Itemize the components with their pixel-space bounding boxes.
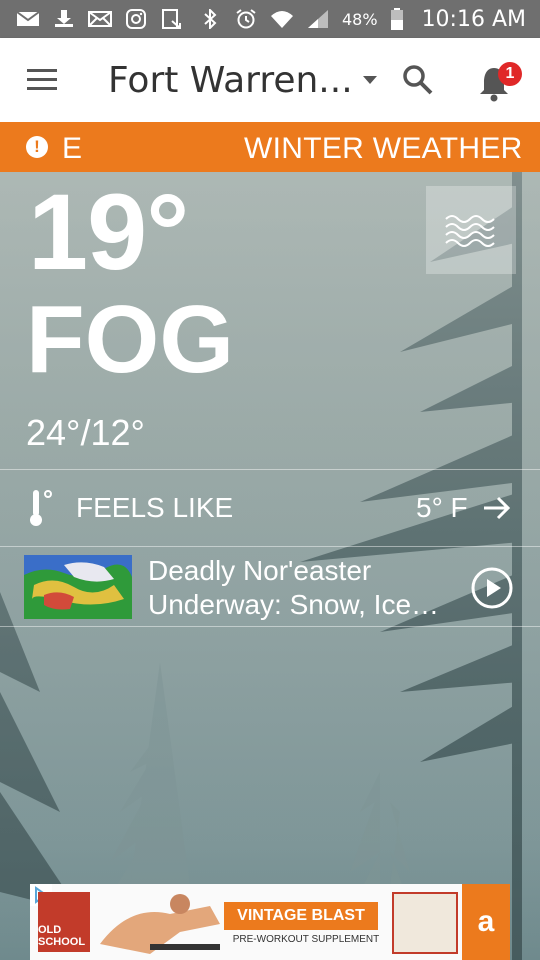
amazon-button[interactable]: a: [462, 884, 510, 960]
alert-icon: !: [26, 136, 48, 158]
nfc-icon: [162, 9, 181, 29]
fog-icon: [445, 215, 495, 247]
play-icon[interactable]: [470, 566, 514, 610]
location-name: Fort Warren...: [108, 59, 353, 101]
download-icon: [55, 10, 73, 27]
app-bar: Fort Warren... 1: [0, 38, 540, 122]
alert-text: WINTER WEATHER: [244, 132, 523, 165]
menu-button[interactable]: [0, 38, 84, 122]
divider: [0, 626, 540, 627]
clock: 10:16 AM: [421, 6, 526, 32]
mail-icon: [16, 11, 40, 26]
notification-badge: 1: [498, 62, 522, 86]
search-icon[interactable]: [400, 62, 436, 98]
wifi-icon: [271, 11, 293, 28]
current-condition: FOG: [26, 286, 234, 393]
notifications-button[interactable]: 1: [476, 60, 522, 102]
email-icon: [88, 11, 112, 27]
weather-map-image: [24, 555, 132, 619]
hamburger-icon: [27, 69, 57, 90]
arrow-right-icon[interactable]: [482, 494, 512, 522]
current-temperature: 19°: [28, 171, 189, 292]
alarm-icon: [236, 9, 256, 29]
battery-icon: [390, 8, 403, 30]
ad-product-image: [392, 892, 458, 954]
status-system: 48% 10:16 AM: [198, 7, 526, 32]
feels-like-label: FEELS LIKE: [76, 492, 234, 523]
location-selector[interactable]: Fort Warren...: [108, 60, 377, 101]
bluetooth-icon: [204, 9, 217, 29]
signal-icon: [308, 10, 328, 28]
chevron-down-icon: [362, 76, 377, 84]
ad-cta-label[interactable]: VINTAGE BLAST: [224, 902, 378, 930]
amazon-icon: a: [477, 905, 495, 938]
status-bar: 48% 10:16 AM: [0, 0, 540, 38]
ad-brand-logo: OLD SCHOOL: [38, 892, 90, 952]
news-title: Deadly Nor'easter Underway: Snow, Ice…: [148, 555, 440, 620]
instagram-icon: [126, 9, 146, 29]
status-notifications: [16, 9, 184, 29]
news-thumbnail[interactable]: [24, 555, 132, 619]
weather-alert-banner[interactable]: ! E WINTER WEATHER: [0, 122, 540, 172]
battery-percent: 48%: [342, 9, 378, 29]
thermometer-icon: [30, 490, 52, 526]
high-low-temperature: 24°/12°: [26, 412, 145, 453]
ad-subtitle: PRE-WORKOUT SUPPLEMENT: [232, 934, 380, 945]
feels-like-value: 5° F: [416, 492, 468, 523]
fog-condition-tile[interactable]: [426, 186, 516, 274]
alert-text-fragment: E: [62, 132, 83, 165]
